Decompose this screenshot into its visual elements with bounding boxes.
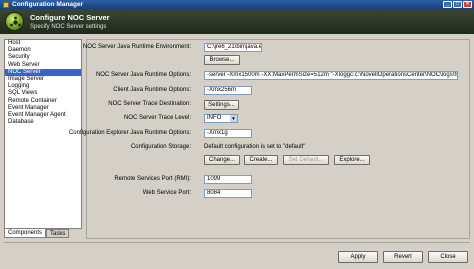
page-header: Configure NOC Server Specify NOC Server … [0,9,474,34]
apply-button[interactable]: Apply [338,251,378,263]
sidebar-item-sql-views[interactable]: SQL Views [5,90,81,97]
tab-components[interactable]: Components [4,229,47,238]
close-icon[interactable]: × [463,1,472,8]
maximize-icon[interactable]: □ [453,1,462,8]
sidebar-item-noc-server[interactable]: NOC Server [5,68,81,76]
trace-dest-label: NOC Server Trace Destination: [108,101,191,107]
trace-level-label: NOC Server Trace Level: [123,115,191,121]
sidebar-item-image-server[interactable]: Image Server [5,76,81,83]
window-title: Configuration Manager [12,1,84,8]
rmi-port-label: Remote Services Port (RMI): [114,176,191,182]
close-button[interactable]: Close [428,251,468,263]
sidebar-item-database[interactable]: Database [5,119,81,126]
java-env-input[interactable]: C:\jre6_21\bin\java.exe [204,43,262,52]
sidebar-item-host[interactable]: Host [5,40,81,47]
client-opts-label: Client Java Runtime Options: [113,87,191,93]
create-button[interactable]: Create... [244,155,278,165]
web-port-input[interactable]: 8084 [204,189,252,198]
sidebar-item-web-server[interactable]: Web Server [5,62,81,69]
change-button[interactable]: Change... [204,155,240,165]
java-env-label: NOC Server Java Runtime Environment: [82,44,191,50]
app-icon [3,1,9,8]
sidebar-item-daemon[interactable]: Daemon [5,47,81,54]
storage-label: Configuration Storage: [130,144,191,150]
chevron-down-icon: ▼ [230,115,237,122]
trace-level-select[interactable]: INFO ▼ [204,114,238,123]
page-title: Configure NOC Server [30,13,110,22]
java-opts-label: NOC Server Java Runtime Options: [95,72,191,78]
sidebar-item-remote-container[interactable]: Remote Container [5,98,81,105]
tab-tasks[interactable]: Tasks [46,229,70,238]
client-opts-input[interactable]: -Xmx256m [204,86,252,95]
rmi-port-input[interactable]: 1099 [204,175,252,184]
page-subtitle: Specify NOC Server settings [30,24,107,30]
sidebar-item-logging[interactable]: Logging [5,83,81,90]
browse-button[interactable]: Browse... [204,55,240,65]
web-port-label: Web Service Port: [142,190,191,196]
sidebar-item-event-manager[interactable]: Event Manager [5,105,81,112]
storage-status: Default configuration is set to "default… [204,144,306,150]
set-default-button: Set Default... [283,155,329,165]
settings-form: NOC Server Java Runtime Environment: C:\… [69,39,470,239]
java-opts-input[interactable]: -server -Xmx1500m -XX:MaxPermSize=512m "… [204,71,458,80]
explorer-opts-label: Configuration Explorer Java Runtime Opti… [68,130,191,136]
explorer-opts-input[interactable]: -Xmx1g [204,129,252,138]
minimize-icon[interactable]: _ [443,1,452,8]
settings-button[interactable]: Settings... [204,100,239,110]
sidebar-item-security[interactable]: Security [5,54,81,61]
sidebar-item-event-manager-agent[interactable]: Event Manager Agent [5,112,81,119]
footer-divider [4,242,470,243]
trace-level-value: INFO [207,115,222,121]
explore-button[interactable]: Explore... [334,155,370,165]
revert-button[interactable]: Revert [383,251,423,263]
noc-server-logo-icon [5,12,24,31]
sidebar-tabs: Components Tasks [4,229,70,239]
window-titlebar: Configuration Manager _ □ × [0,0,474,9]
